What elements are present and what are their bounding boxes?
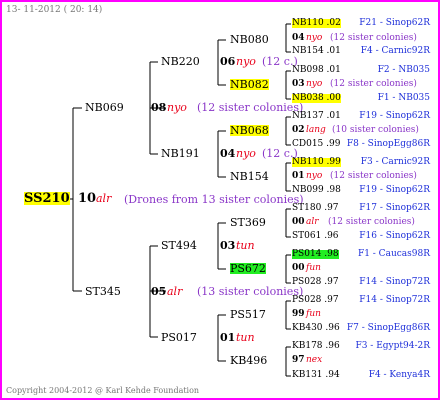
gen4-breeder-info: F3 - Egypt94-2R	[355, 341, 430, 351]
gen4-breeder-info: F17 - Sinop62R	[359, 203, 430, 213]
gen4-queen-id[interactable]: ST180 .97	[292, 204, 339, 213]
gen4-queen-id[interactable]: PS014 .98	[292, 250, 339, 259]
gen2-mark: nyo	[236, 147, 256, 160]
gen2-year: 04	[220, 147, 236, 160]
gen4-breeder-info: F14 - Sinop72R	[359, 295, 430, 305]
gen3-note: (12 sister colonies)	[330, 33, 417, 43]
gen3-mark: nyo	[306, 33, 323, 43]
gen2-mark: nyo	[236, 55, 256, 68]
gen3-queen-id[interactable]: NB068	[230, 125, 269, 136]
gen4-breeder-info: F19 - Sinop62R	[359, 185, 430, 195]
gen3-note: (12 sister colonies)	[330, 171, 417, 181]
gen4-breeder-info: F7 - SinopEgg86R	[346, 323, 430, 333]
gen3-queen-id[interactable]: NB080	[230, 34, 269, 45]
gen1-queen-id[interactable]: NB069	[85, 102, 124, 113]
root-queen-id[interactable]: SS210	[24, 192, 70, 205]
gen3-note: (10 sister colonies)	[332, 125, 419, 135]
gen4-breeder-info: F8 - SinopEgg86R	[346, 139, 430, 149]
gen3-year: 01	[292, 171, 305, 181]
gen1-queen-id[interactable]: ST345	[85, 286, 121, 297]
gen3-year: 04	[292, 33, 305, 43]
gen4-queen-id[interactable]: NB038 .00	[292, 94, 341, 103]
gen4-queen-id[interactable]: ST061 .96	[292, 232, 339, 241]
gen3-mark: nex	[306, 355, 323, 365]
gen4-breeder-info: F3 - Carnic92R	[360, 157, 430, 167]
gen4-queen-id[interactable]: NB099 .98	[292, 186, 341, 195]
gen4-breeder-info: F1 - NB035	[377, 93, 430, 103]
gen4-queen-id[interactable]: KB430 .96	[292, 324, 340, 333]
gen4-breeder-info: F4 - Carnic92R	[360, 46, 430, 56]
gen4-queen-id[interactable]: PS028 .97	[292, 278, 339, 287]
gen3-queen-id[interactable]: NB082	[230, 79, 269, 90]
gen3-queen-id[interactable]: KB496	[230, 355, 267, 366]
gen3-year: 97	[292, 355, 305, 365]
gen2-queen-id[interactable]: NB220	[161, 56, 200, 67]
gen4-breeder-info: F21 - Sinop62R	[359, 18, 430, 28]
gen1-year: 08	[151, 101, 167, 114]
report-date: 13- 11-2012 ( 20: 14)	[6, 5, 103, 15]
gen2-queen-id[interactable]: PS017	[161, 332, 197, 343]
gen3-mark: lang	[306, 125, 326, 135]
gen3-queen-id[interactable]: ST369	[230, 217, 266, 228]
gen2-queen-id[interactable]: ST494	[161, 240, 197, 251]
gen3-mark: nyo	[306, 171, 323, 181]
gen4-breeder-info: F19 - Sinop62R	[359, 111, 430, 121]
gen1-mark: alr	[167, 285, 183, 298]
gen4-breeder-info: F2 - NB035	[377, 65, 430, 75]
gen4-queen-id[interactable]: NB137 .01	[292, 112, 341, 121]
gen4-queen-id[interactable]: NB154 .01	[292, 47, 341, 56]
gen3-mark: fun	[306, 309, 321, 319]
gen3-year: 02	[292, 125, 305, 135]
gen3-note: (12 sister colonies)	[328, 217, 415, 227]
gen4-breeder-info: F16 - Sinop62R	[359, 231, 430, 241]
gen3-year: 99	[292, 309, 305, 319]
gen3-year: 00	[292, 217, 305, 227]
gen1-note: (13 sister colonies)	[197, 285, 304, 298]
gen3-queen-id[interactable]: NB154	[230, 171, 269, 182]
gen2-mark: tun	[236, 331, 255, 344]
root-year: 10	[78, 191, 97, 206]
gen4-queen-id[interactable]: NB110 .99	[292, 158, 341, 167]
gen2-mark: tun	[236, 239, 255, 252]
gen4-queen-id[interactable]: NB110 .02	[292, 19, 341, 28]
gen4-breeder-info: F1 - Caucas98R	[357, 249, 430, 259]
gen3-mark: nyo	[306, 79, 323, 89]
gen2-year: 03	[220, 239, 236, 252]
gen1-year: 05	[151, 285, 167, 298]
gen4-breeder-info: F4 - Kenya4R	[368, 370, 430, 380]
root-drone-note: (Drones from 13 sister colonies)	[124, 193, 304, 206]
gen4-queen-id[interactable]: PS028 .97	[292, 296, 339, 305]
gen1-mark: nyo	[167, 101, 187, 114]
gen3-mark: fun	[306, 263, 321, 273]
gen3-queen-id[interactable]: PS517	[230, 309, 266, 320]
gen1-note: (12 sister colonies)	[197, 101, 304, 114]
gen2-year: 01	[220, 331, 236, 344]
gen2-year: 06	[220, 55, 236, 68]
copyright-text: Copyright 2004-2012 @ Karl Kehde Foundat…	[6, 386, 200, 395]
gen4-queen-id[interactable]: KB178 .96	[292, 342, 340, 351]
gen3-mark: alr	[306, 217, 319, 227]
gen3-year: 03	[292, 79, 305, 89]
gen3-queen-id[interactable]: PS672	[230, 263, 266, 274]
root-mark: alr	[96, 192, 112, 205]
gen2-queen-id[interactable]: NB191	[161, 148, 200, 159]
gen4-queen-id[interactable]: NB098 .01	[292, 66, 341, 75]
gen3-note: (12 sister colonies)	[330, 79, 417, 89]
gen4-queen-id[interactable]: KB131 .94	[292, 371, 340, 380]
gen4-breeder-info: F14 - Sinop72R	[359, 277, 430, 287]
gen4-queen-id[interactable]: CD015 .99	[292, 140, 340, 149]
gen3-year: 00	[292, 263, 305, 273]
